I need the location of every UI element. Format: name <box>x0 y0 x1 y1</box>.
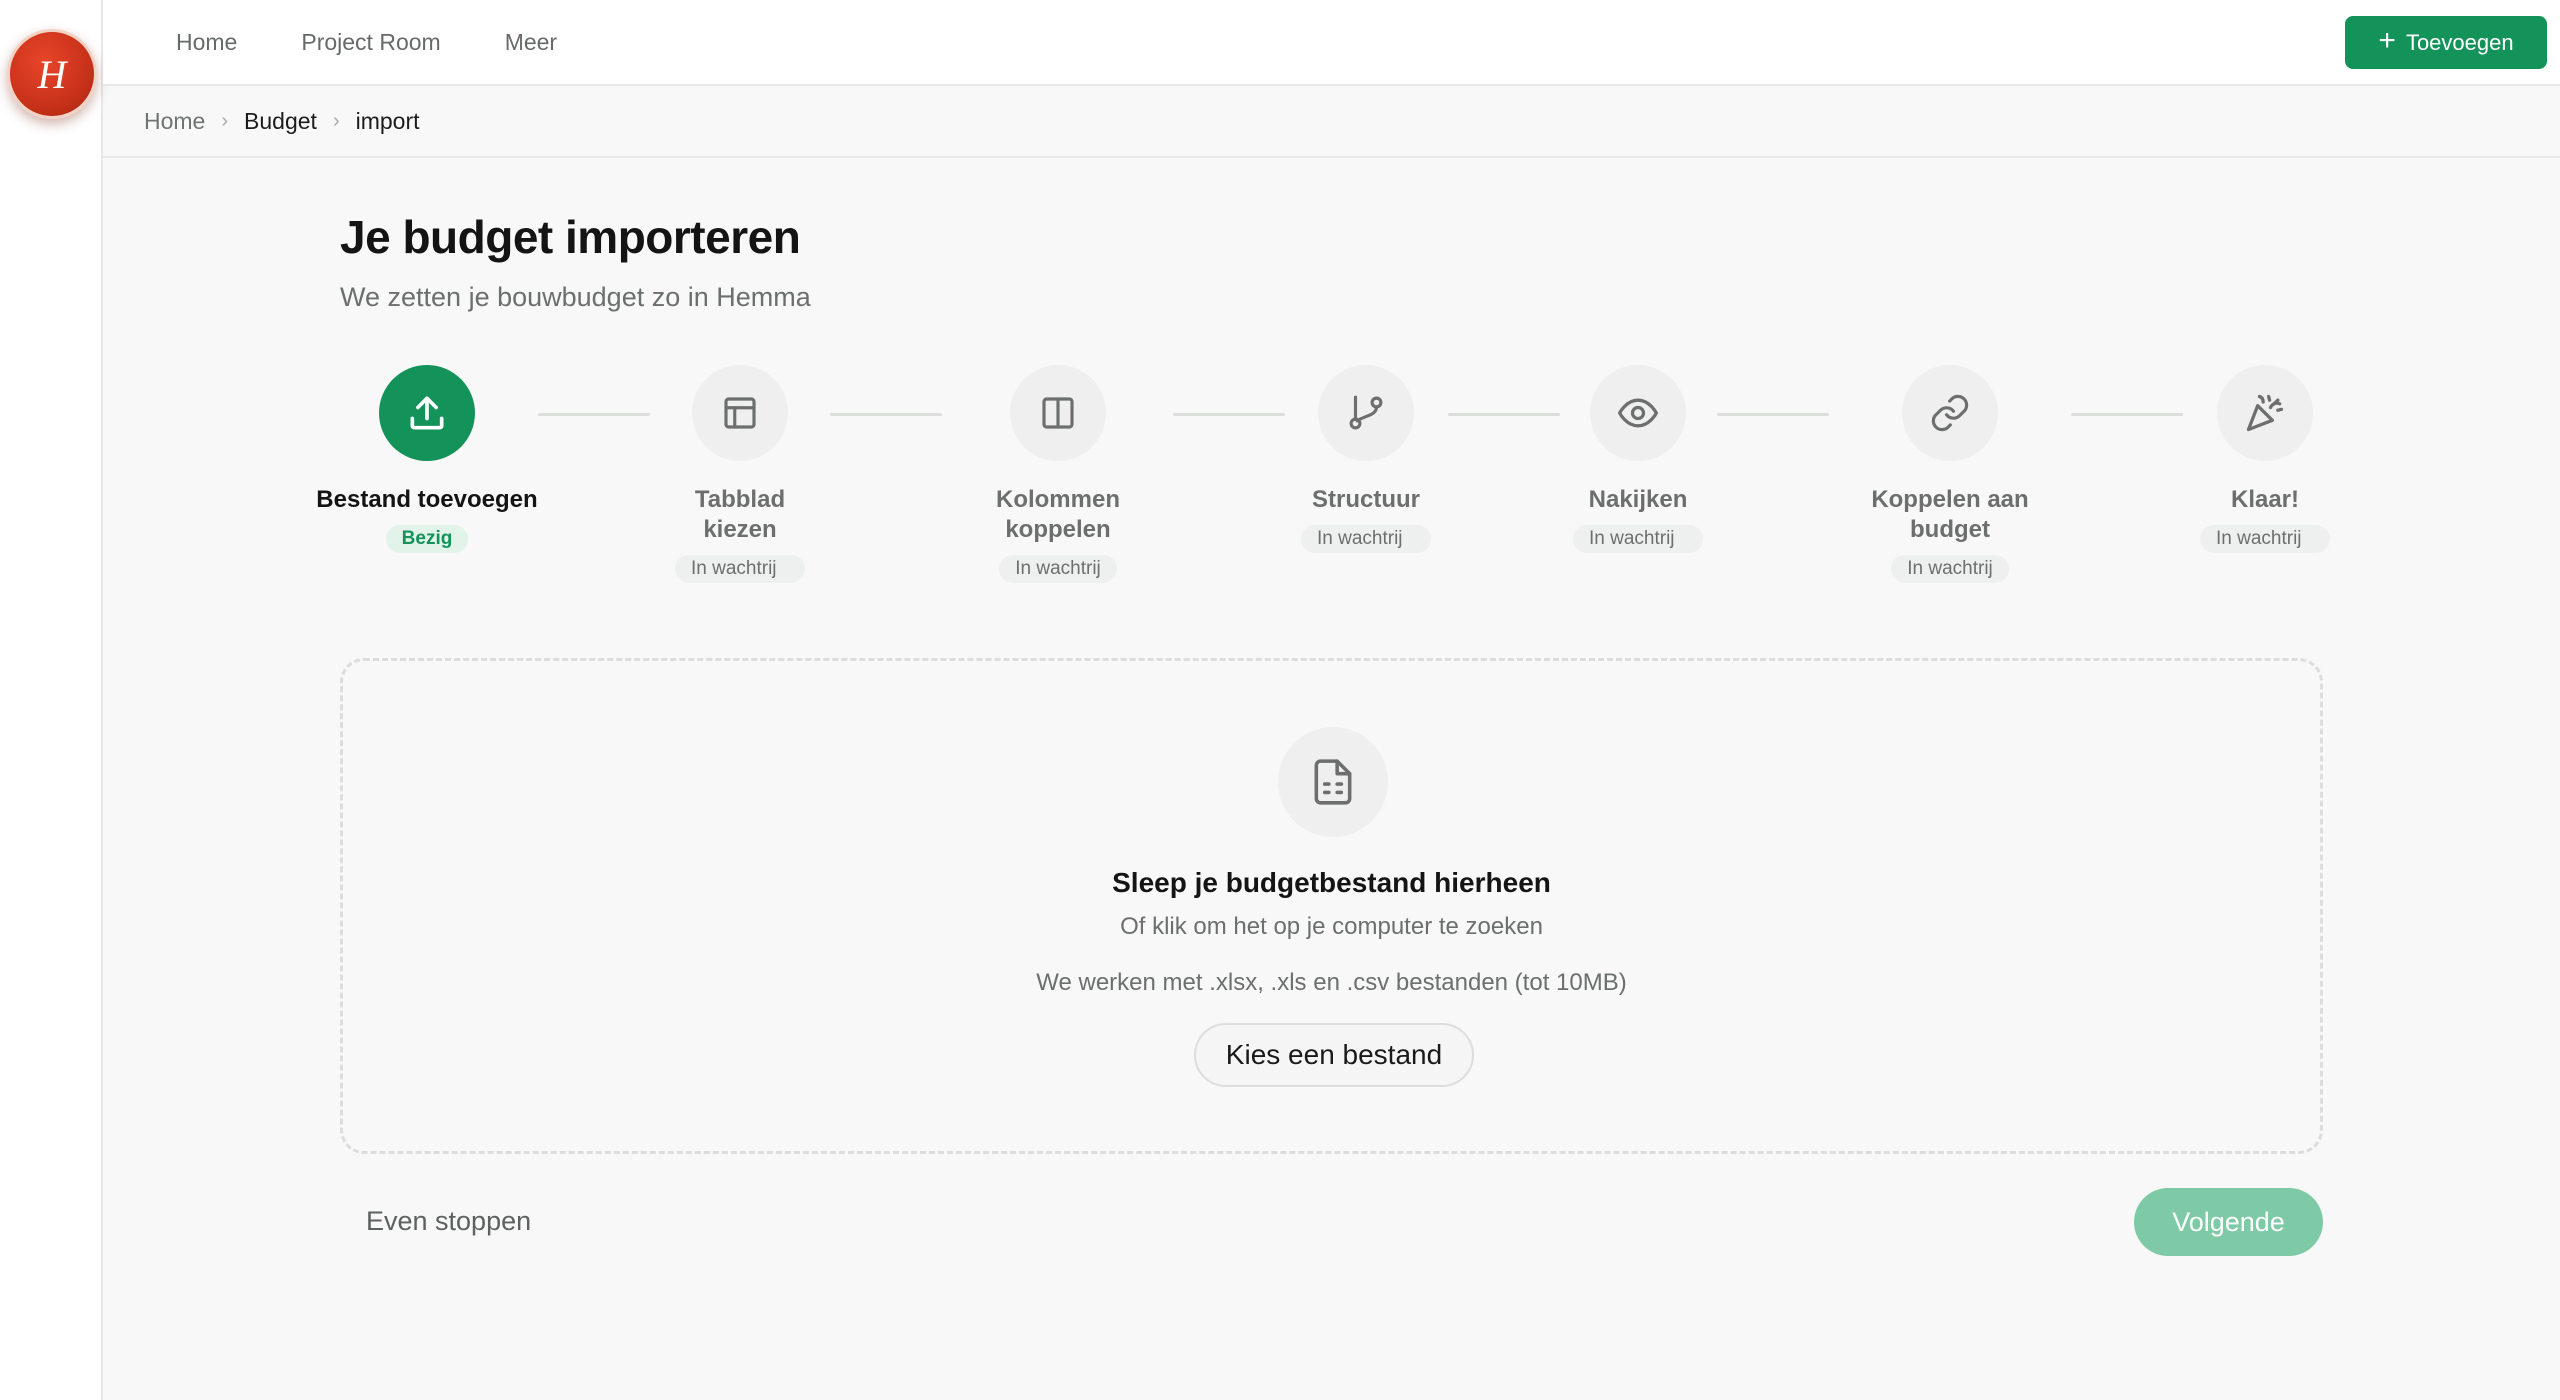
step-label: Structuur <box>1312 486 1420 513</box>
status-badge: In wachtrij <box>999 555 1117 583</box>
choose-file-button[interactable]: Kies een bestand <box>1194 1023 1474 1087</box>
columns-icon <box>1042 397 1074 429</box>
breadcrumb-current: import <box>355 107 420 134</box>
step-columns: Kolommen koppelen In wachtrij <box>938 365 1178 583</box>
main-nav: Home Project Room Meer <box>176 0 621 84</box>
step-review: Nakijken In wachtrij <box>1518 365 1758 553</box>
breadcrumb-home[interactable]: Home <box>144 108 205 135</box>
left-rail: H <box>0 0 103 1400</box>
nav-home[interactable]: Home <box>176 29 237 56</box>
status-badge: In wachtrij <box>675 555 805 583</box>
page-subtitle: We zetten je bouwbudget zo in Hemma <box>340 282 811 312</box>
stop-button[interactable]: Even stoppen <box>366 1206 531 1237</box>
dropzone-icon-circle <box>1278 727 1388 837</box>
step-done: Klaar! In wachtrij <box>2145 365 2385 553</box>
status-badge: In wachtrij <box>1891 555 2009 583</box>
file-dropzone[interactable]: Sleep je budgetbestand hierheen Of klik … <box>340 658 2323 1154</box>
step-label: Kolommen koppelen <box>995 486 1120 543</box>
eye-icon <box>1618 398 1658 428</box>
step-structure: Structuur In wachtrij <box>1246 365 1486 553</box>
status-badge: In wachtrij <box>2200 525 2330 553</box>
add-button-label: Toevoegen <box>2405 29 2514 55</box>
step-label: Tabblad kiezen <box>694 486 786 543</box>
upload-icon <box>410 396 444 430</box>
page-title: Je budget importeren <box>340 211 801 263</box>
step-circle <box>1010 365 1106 461</box>
step-label: Bestand toevoegen <box>316 486 538 513</box>
breadcrumb-budget[interactable]: Budget <box>244 108 317 135</box>
next-button[interactable]: Volgende <box>2134 1188 2323 1256</box>
plus-icon: + <box>2378 24 2396 57</box>
party-popper-icon <box>2246 394 2284 432</box>
top-bar: Home Project Room Meer + Toevoegen SJ <box>103 0 2560 86</box>
step-circle <box>692 365 788 461</box>
status-badge: In wachtrij <box>1301 525 1431 553</box>
spreadsheet-file-icon <box>1314 759 1352 805</box>
step-label: Nakijken <box>1588 486 1688 513</box>
step-circle <box>1590 365 1686 461</box>
step-sheet: Tabblad kiezen In wachtrij <box>620 365 860 583</box>
step-circle <box>1902 365 1998 461</box>
status-badge: In wachtrij <box>1573 525 1703 553</box>
table-icon <box>724 397 756 429</box>
step-circle <box>379 365 475 461</box>
dropzone-title: Sleep je budgetbestand hierheen <box>1112 867 1551 898</box>
link-icon <box>1931 394 1969 432</box>
branch-icon <box>1349 395 1383 430</box>
chevron-right-icon: › <box>332 109 340 132</box>
add-button[interactable]: + Toevoegen <box>2345 16 2547 69</box>
nav-project-room[interactable]: Project Room <box>301 29 440 56</box>
step-upload: Bestand toevoegen Bezig <box>307 365 547 553</box>
step-circle <box>2217 365 2313 461</box>
chevron-right-icon: › <box>221 109 229 132</box>
breadcrumb: Home › Budget › import <box>103 86 2560 158</box>
logo-letter: H <box>37 51 67 97</box>
dropzone-file-types: We werken met .xlsx, .xls en .csv bestan… <box>1036 969 1627 996</box>
status-badge: Bezig <box>385 525 469 553</box>
step-label: Klaar! <box>2230 486 2300 513</box>
hemma-logo[interactable]: H <box>7 29 97 119</box>
step-link-budget: Koppelen aan budget In wachtrij <box>1830 365 2070 583</box>
nav-more[interactable]: Meer <box>505 29 557 56</box>
step-label: Koppelen aan budget <box>1871 486 2029 543</box>
step-circle <box>1318 365 1414 461</box>
dropzone-subtitle: Of klik om het op je computer te zoeken <box>1120 913 1543 940</box>
